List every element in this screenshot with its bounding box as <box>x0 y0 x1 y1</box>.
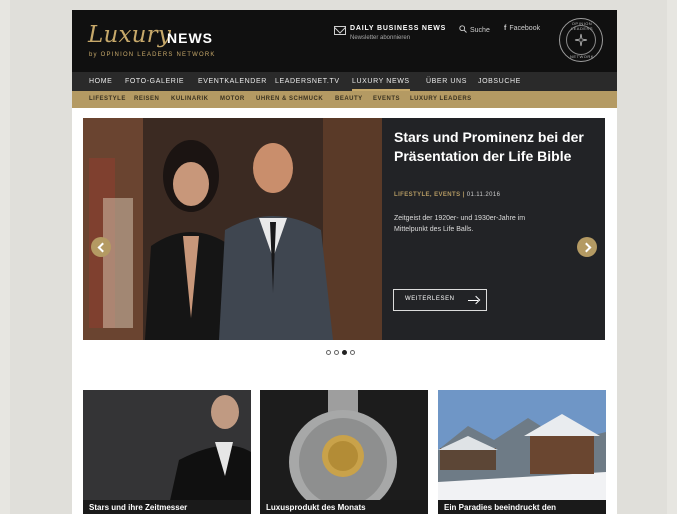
card-caption-bar: Stars und ihre Zeitmesser <box>83 500 251 514</box>
search-link[interactable]: Suche <box>459 25 490 34</box>
seal-text-bottom: NETWORK <box>570 54 594 59</box>
hero-slider: Stars und Prominenz bei der Präsentation… <box>83 118 605 340</box>
hero-photo <box>83 118 382 340</box>
subnav-item-events[interactable]: EVENTS <box>373 91 400 108</box>
nav-item-foto-galerie[interactable]: FOTO-GALERIE <box>125 72 184 91</box>
card-image <box>83 390 251 514</box>
hero-text-panel: Stars und Prominenz bei der Präsentation… <box>382 118 605 340</box>
webpage: Luxury NEWS by OPINION LEADERS NETWORK D… <box>72 10 617 514</box>
carousel-dot-1[interactable] <box>326 350 331 355</box>
read-more-label: WEITERLESEN <box>405 296 455 302</box>
hero-meta: LIFESTYLE, EVENTS | 01.11.2016 <box>394 192 500 198</box>
logo-news[interactable]: NEWS <box>167 30 213 46</box>
next-slide-button[interactable] <box>577 237 597 257</box>
nav-item-home[interactable]: HOME <box>89 72 112 91</box>
subnav-item-motor[interactable]: MOTOR <box>220 91 245 108</box>
card-caption-bar: Luxusprodukt des Monats <box>260 500 428 514</box>
logo-subtitle: by OPINION LEADERS NETWORK <box>89 52 216 58</box>
read-more-button[interactable]: WEITERLESEN <box>393 289 487 311</box>
carousel-dot-4[interactable] <box>350 350 355 355</box>
hero-date: 01.11.2016 <box>466 192 501 198</box>
article-card[interactable]: Ein Paradies beeindruckt den <box>438 390 606 514</box>
subnav-item-uhren-schmuck[interactable]: UHREN & SCHMUCK <box>256 91 323 108</box>
search-label: Suche <box>470 27 490 34</box>
hero-category[interactable]: LIFESTYLE, EVENTS <box>394 192 460 198</box>
nav-item-eventkalender[interactable]: EVENTKALENDER <box>198 72 267 91</box>
search-icon <box>459 25 467 33</box>
mail-icon <box>334 26 346 35</box>
hero-image[interactable] <box>83 118 382 340</box>
newsletter-subtitle: Newsletter abonnieren <box>350 35 411 41</box>
logo-luxury[interactable]: Luxury <box>88 22 171 48</box>
card-image <box>260 390 428 514</box>
carousel-dot-3[interactable] <box>342 350 347 355</box>
card-image <box>438 390 606 514</box>
nav-item-leadersnet-tv[interactable]: LEADERSNET.TV <box>275 72 340 91</box>
nav-item-ueber-uns[interactable]: ÜBER UNS <box>426 72 467 91</box>
hero-title[interactable]: Stars und Prominenz bei der Präsentation… <box>394 128 594 166</box>
article-card[interactable]: Stars und ihre Zeitmesser <box>83 390 251 514</box>
subnav-item-luxury-leaders[interactable]: LUXURY LEADERS <box>410 91 472 108</box>
carousel-dot-2[interactable] <box>334 350 339 355</box>
card-title[interactable]: Ein Paradies beeindruckt den <box>444 503 556 512</box>
carousel-dots <box>326 350 366 358</box>
arrow-right-icon <box>468 300 478 301</box>
opinion-leaders-seal: OPINION LEADERS NETWORK <box>559 18 603 62</box>
card-caption-bar: Ein Paradies beeindruckt den <box>438 500 606 514</box>
main-nav: HOME FOTO-GALERIE EVENTKALENDER LEADERSN… <box>72 72 617 91</box>
nav-item-luxury-news[interactable]: LUXURY NEWS <box>352 72 410 91</box>
newsletter-title: DAILY BUSINESS NEWS <box>350 25 447 32</box>
subnav-item-lifestyle[interactable]: LIFESTYLE <box>89 91 126 108</box>
card-title[interactable]: Stars und ihre Zeitmesser <box>89 503 187 512</box>
facebook-icon: f <box>504 25 507 32</box>
site-header: Luxury NEWS by OPINION LEADERS NETWORK D… <box>72 10 617 72</box>
sub-nav: LIFESTYLE REISEN KULINARIK MOTOR UHREN &… <box>72 91 617 108</box>
facebook-link[interactable]: f Facebook <box>504 25 540 32</box>
article-card[interactable]: Luxusprodukt des Monats <box>260 390 428 514</box>
facebook-label: Facebook <box>509 25 541 32</box>
nav-item-jobsuche[interactable]: JOBSUCHE <box>478 72 521 91</box>
subnav-item-reisen[interactable]: REISEN <box>134 91 159 108</box>
subnav-item-beauty[interactable]: BEAUTY <box>335 91 363 108</box>
prev-slide-button[interactable] <box>91 237 111 257</box>
seal-emblem-icon <box>574 33 588 47</box>
subnav-item-kulinarik[interactable]: KULINARIK <box>171 91 209 108</box>
card-title[interactable]: Luxusprodukt des Monats <box>266 503 366 512</box>
hero-excerpt: Zeitgeist der 1920er- und 1930er-Jahre i… <box>394 215 526 233</box>
